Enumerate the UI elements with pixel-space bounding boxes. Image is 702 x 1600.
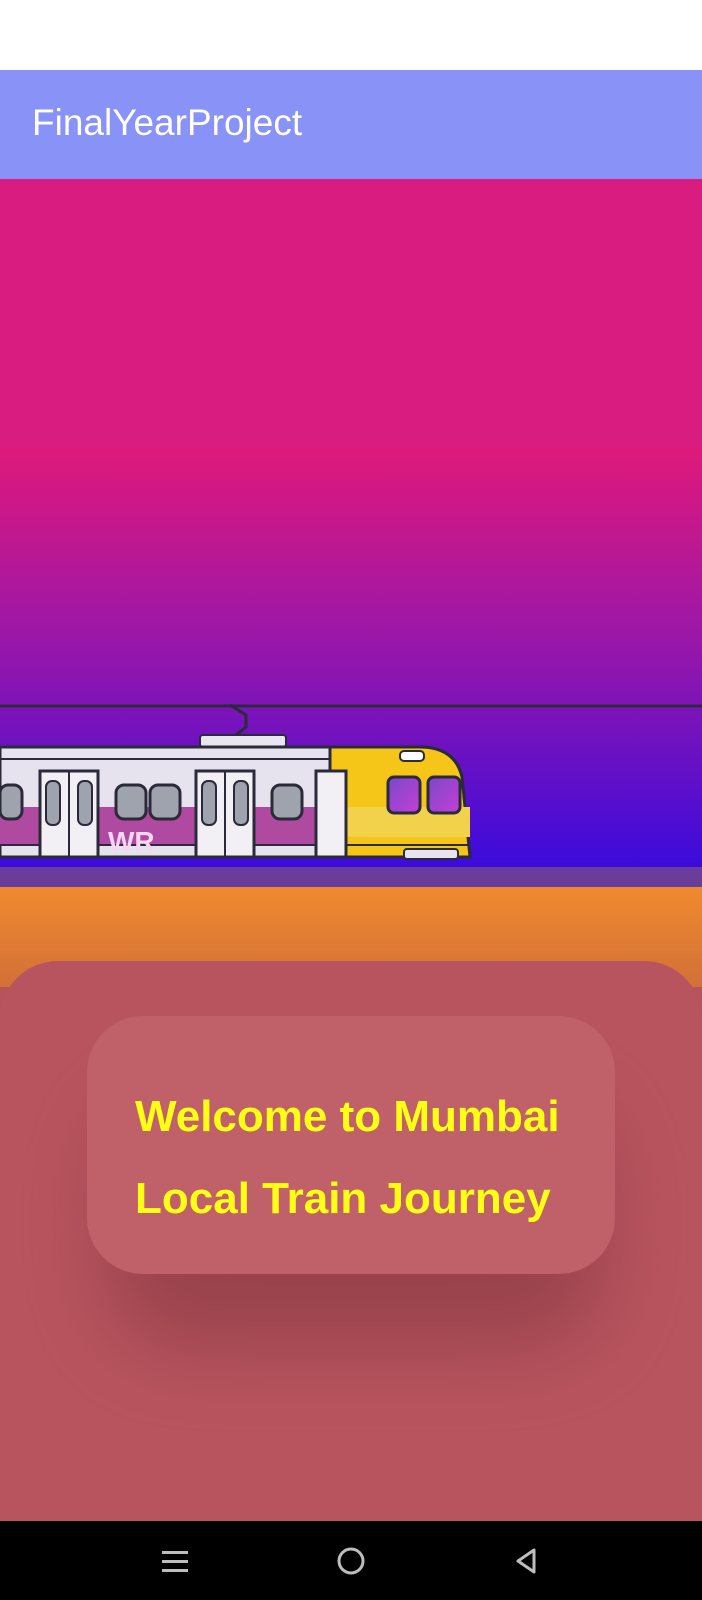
recents-icon [162, 1551, 188, 1572]
system-navigation-bar [0, 1521, 702, 1600]
back-button[interactable] [505, 1539, 549, 1583]
app-bar: FinalYearProject [0, 70, 702, 179]
hero-top-banner [0, 179, 702, 447]
recents-button[interactable] [153, 1539, 197, 1583]
home-icon [337, 1547, 365, 1575]
welcome-message: Welcome to Mumbai Local Train Journey [135, 1076, 595, 1240]
status-bar [0, 0, 702, 70]
welcome-card: Welcome to Mumbai Local Train Journey [87, 1016, 615, 1274]
home-button[interactable] [329, 1539, 373, 1583]
app-title: FinalYearProject [32, 102, 303, 143]
welcome-line-2: Local Train Journey [135, 1174, 551, 1223]
welcome-line-1: Welcome to Mumbai [135, 1092, 560, 1141]
back-icon [516, 1548, 536, 1574]
train-illustration: WR [0, 447, 702, 987]
main-content: WR Welcome to Mumbai Local Train Journey [0, 179, 702, 1521]
train-wr-label: WR [108, 826, 155, 857]
